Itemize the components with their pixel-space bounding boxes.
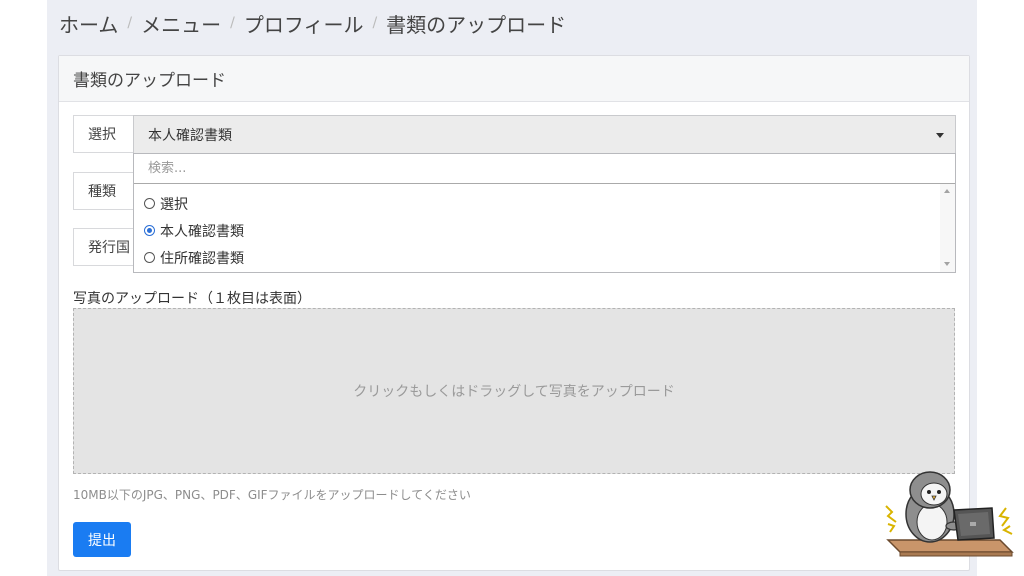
option-address-document[interactable]: 住所確認書類 [144, 244, 244, 271]
dropzone-text: クリックもしくはドラッグして写真をアップロード [353, 384, 675, 400]
penguin-mascot-illustration [885, 471, 1014, 557]
select-label: 選択 [73, 115, 133, 153]
document-select[interactable]: 本人確認書類 [133, 115, 956, 154]
radio-unchecked-icon [144, 198, 155, 209]
option-identity-document[interactable]: 本人確認書類 [144, 217, 244, 244]
photo-dropzone[interactable]: クリックもしくはドラッグして写真をアップロード [73, 308, 955, 474]
breadcrumb-menu[interactable]: メニュー [141, 9, 221, 38]
dropdown-search-input[interactable] [134, 154, 955, 184]
dropdown-options: 選択 本人確認書類 住所確認書類 [144, 190, 244, 271]
country-label: 発行国 [73, 228, 133, 266]
breadcrumb: ホーム / メニュー / プロフィール / 書類のアップロード [59, 8, 566, 38]
upload-title: 写真のアップロード（１枚目は表面） [73, 291, 311, 307]
panel-title: 書類のアップロード [59, 56, 969, 102]
upload-hint: 10MB以下のJPG、PNG、PDF、GIFファイルをアップロードしてください [73, 488, 471, 502]
option-label: 本人確認書類 [160, 223, 244, 240]
caret-down-icon [936, 133, 944, 138]
breadcrumb-current: 書類のアップロード [386, 12, 567, 37]
scroll-down-arrow-icon[interactable] [944, 262, 950, 266]
document-select-value: 本人確認書類 [148, 127, 232, 144]
breadcrumb-home[interactable]: ホーム [59, 9, 118, 38]
document-select-dropdown: 選択 本人確認書類 住所確認書類 [133, 153, 956, 273]
type-label: 種類 [73, 172, 133, 210]
page-background: ホーム / メニュー / プロフィール / 書類のアップロード 書類のアップロー… [47, 0, 977, 576]
breadcrumb-separator: / [127, 15, 133, 31]
option-label: 選択 [160, 196, 188, 213]
breadcrumb-separator: / [230, 15, 235, 31]
upload-panel: 書類のアップロード 選択 本人確認書類 種類 発行国 選択 本人確認書類 [58, 55, 970, 571]
option-label: 住所確認書類 [160, 250, 244, 267]
dropdown-scrollbar[interactable] [940, 184, 955, 272]
submit-button[interactable]: 提出 [73, 522, 131, 557]
scroll-up-arrow-icon[interactable] [944, 189, 950, 193]
breadcrumb-profile[interactable]: プロフィール [244, 9, 364, 38]
breadcrumb-separator: / [372, 15, 378, 31]
option-select[interactable]: 選択 [144, 190, 244, 217]
radio-checked-icon [144, 225, 155, 236]
radio-unchecked-icon [144, 252, 155, 263]
